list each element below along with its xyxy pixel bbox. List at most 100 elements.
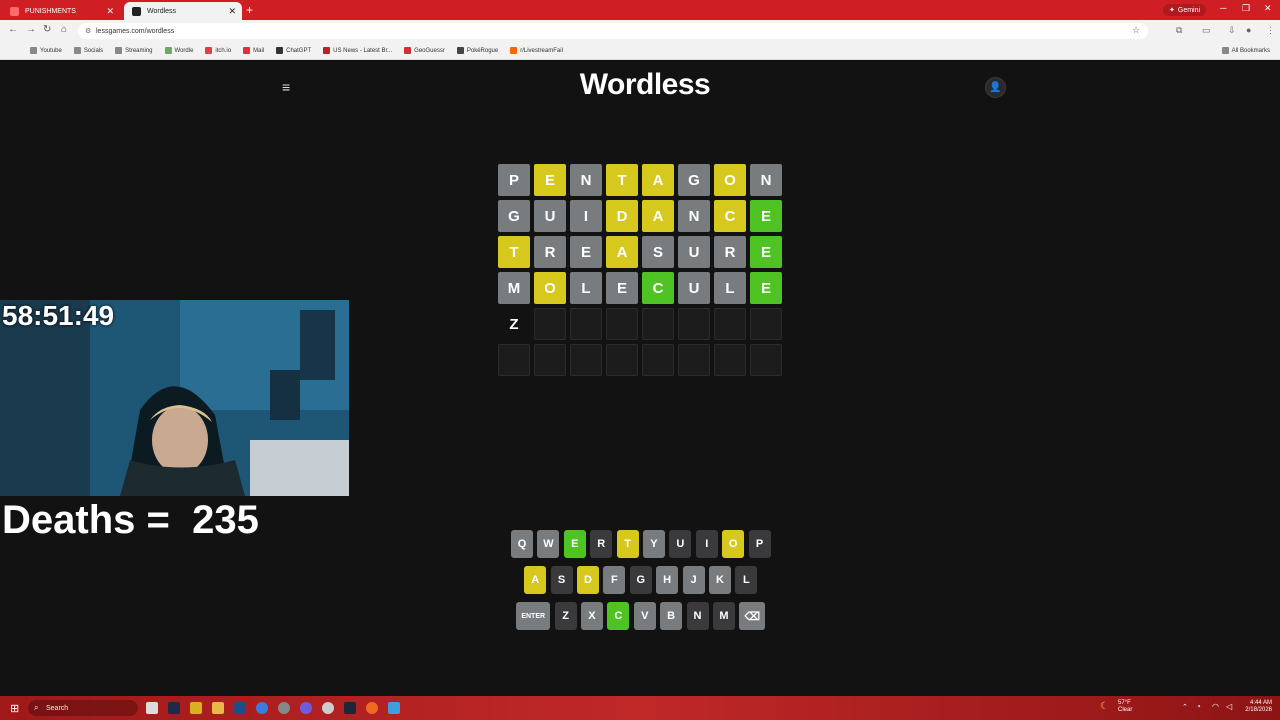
bookmark-chatgpt[interactable]: ChatGPT [276,47,311,54]
app-icon[interactable] [322,702,334,714]
letter-tile: N [678,200,710,232]
all-bookmarks[interactable]: All Bookmarks [1221,47,1270,54]
bookmark-livestreamfail[interactable]: r/LivestreamFail [510,47,563,54]
death-counter: Deaths = 235 [2,498,259,542]
bookmark-us-news[interactable]: US News - Latest Br... [323,47,392,54]
key-q[interactable]: Q [511,530,533,558]
bookmark-itchio[interactable]: itch.io [205,47,231,54]
letter-tile: G [678,164,710,196]
bookmark-socials[interactable]: Socials [73,47,103,54]
firefox-icon[interactable] [366,702,378,714]
wifi-icon[interactable]: ◠ [1212,702,1219,711]
bookmark-star-icon[interactable]: ☆ [1132,25,1140,36]
bookmark-youtube[interactable]: Youtube [30,47,62,54]
key-x[interactable]: X [580,602,603,630]
key-m[interactable]: M [712,602,735,630]
forward-icon[interactable]: → [26,24,36,35]
letter-tile: D [606,200,638,232]
steam-icon[interactable] [344,702,356,714]
account-icon[interactable]: 👤 [985,77,1006,98]
close-tab-icon[interactable]: ✕ [228,6,236,17]
key-a[interactable]: A [524,566,547,594]
tab-label: PUNISHMENTS [25,7,76,15]
chrome-icon[interactable] [256,702,268,714]
reload-icon[interactable]: ↻ [43,24,51,35]
letter-tile: U [678,272,710,304]
downloads-icon[interactable]: ⇩ [1228,25,1236,36]
app-icon[interactable] [190,702,202,714]
side-panel-icon[interactable]: ▭ [1202,25,1211,36]
key-c[interactable]: C [607,602,630,630]
bookmark-wordle[interactable]: Wordle [164,47,193,54]
browser-menu-icon[interactable]: ⋮ [1266,25,1275,36]
photoshop-icon[interactable] [168,702,180,714]
key-z[interactable]: Z [554,602,577,630]
new-tab-button[interactable]: + [246,3,253,17]
back-icon[interactable]: ← [8,24,18,35]
key-i[interactable]: I [695,530,718,558]
key-o[interactable]: O [722,530,745,558]
grid-row: PENTAGON [498,164,782,196]
hamburger-menu-icon[interactable]: ≡ [282,80,290,94]
bookmark-mail[interactable]: Mail [243,47,264,54]
windows-start-icon[interactable]: ⊞ [10,702,19,715]
volume-icon[interactable]: ◁ [1226,702,1232,711]
site-info-icon[interactable]: ⚙ [85,27,91,35]
clock[interactable]: 4:44 AM 2/18/2026 [1238,700,1272,714]
tab-wordless[interactable]: Wordless ✕ [124,2,242,20]
key-p[interactable]: P [748,530,771,558]
gemini-button[interactable]: ✦ Gemini [1163,4,1207,16]
home-icon[interactable]: ⌂ [61,24,67,35]
letter-tile: C [714,200,746,232]
file-explorer-icon[interactable] [212,702,224,714]
key-v[interactable]: V [633,602,656,630]
key-b[interactable]: B [660,602,683,630]
backspace-key[interactable]: ⌫ [739,602,766,630]
news-icon [323,47,331,54]
key-k[interactable]: K [708,566,731,594]
key-l[interactable]: L [735,566,758,594]
search-icon: ⌕ [34,703,39,712]
key-h[interactable]: H [656,566,679,594]
address-bar[interactable]: ⚙ lessgames.com/wordless [78,23,1148,39]
profile-icon[interactable]: ● [1246,25,1251,35]
bookmark-pokerogue[interactable]: PokéRogue [456,47,498,54]
key-y[interactable]: Y [642,530,665,558]
letter-tile: O [714,164,746,196]
key-s[interactable]: S [550,566,573,594]
key-u[interactable]: U [669,530,692,558]
key-f[interactable]: F [603,566,626,594]
close-window-icon[interactable]: ✕ [1264,3,1272,14]
app-icon[interactable] [234,702,246,714]
discord-icon[interactable] [300,702,312,714]
close-tab-icon[interactable]: ✕ [106,6,114,17]
restore-icon[interactable]: ❐ [1242,3,1250,14]
key-j[interactable]: J [682,566,705,594]
extensions-icon[interactable]: ⧉ [1176,25,1182,36]
keyboard-row: QWERTYUIOP [511,530,771,558]
tray-chevron-icon[interactable]: ⌃ [1182,703,1188,711]
bookmark-geoguessr[interactable]: GeoGuessr [404,47,445,54]
key-g[interactable]: G [629,566,652,594]
grid-row: Z [498,308,782,340]
key-e[interactable]: E [563,530,586,558]
letter-tile: S [642,236,674,268]
letter-tile [714,308,746,340]
key-d[interactable]: D [576,566,599,594]
tab-punishments[interactable]: PUNISHMENTS ✕ [2,2,120,20]
taskbar-search[interactable]: ⌕ Search [28,700,138,716]
enter-key[interactable]: ENTER [516,602,551,630]
key-w[interactable]: W [537,530,560,558]
app-icon[interactable] [278,702,290,714]
key-t[interactable]: T [616,530,639,558]
bookmark-streaming[interactable]: Streaming [115,47,153,54]
key-n[interactable]: N [686,602,709,630]
minimize-icon[interactable]: ─ [1220,3,1226,13]
task-view-icon[interactable] [146,702,158,714]
key-r[interactable]: R [590,530,613,558]
weather-widget[interactable]: 57°F Clear [1118,700,1132,714]
app-icon[interactable] [388,702,400,714]
wordle-icon [164,47,172,54]
folder-icon [30,47,37,54]
network-icon[interactable]: ◔ [1196,702,1201,711]
